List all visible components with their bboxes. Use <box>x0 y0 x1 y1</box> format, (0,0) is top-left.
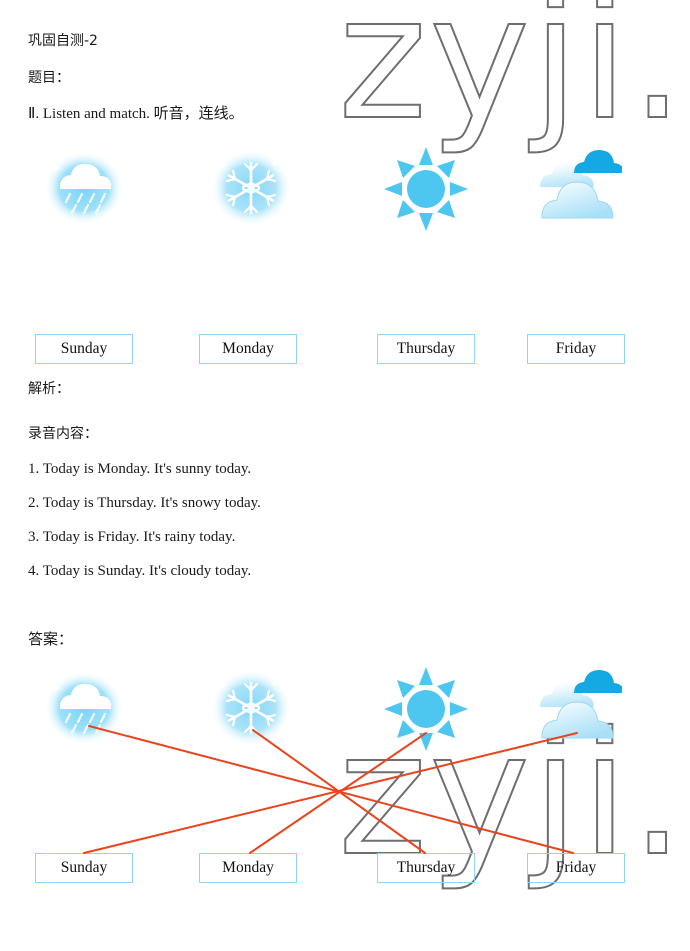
recording-item-3: 3. Today is Friday. It's rainy today. <box>28 529 236 545</box>
day-box-friday[interactable]: Friday <box>527 334 625 364</box>
day-box-sunday[interactable]: Sunday <box>35 853 133 883</box>
day-label: Monday <box>222 340 274 357</box>
answer-weather-icon-row <box>0 665 690 755</box>
day-label: Monday <box>222 859 274 876</box>
analysis-section-label: 解析： <box>28 381 70 397</box>
day-box-monday[interactable]: Monday <box>199 334 297 364</box>
watermark-top: zyji.c <box>337 0 690 158</box>
day-label: Friday <box>555 340 597 357</box>
answer-section-label: 答案： <box>28 630 74 648</box>
watermark-text: zyji.c <box>337 0 690 158</box>
recording-item-2: 2. Today is Thursday. It's snowy today. <box>28 495 261 511</box>
cloudy-weather-icon <box>530 665 622 755</box>
recording-item-4: 4. Today is Sunday. It's cloudy today. <box>28 563 252 579</box>
day-box-thursday[interactable]: Thursday <box>377 853 475 883</box>
recording-label: 录音内容： <box>28 426 98 442</box>
day-label: Friday <box>555 859 597 876</box>
day-box-monday[interactable]: Monday <box>199 853 297 883</box>
rainy-weather-icon <box>40 665 132 755</box>
day-box-thursday[interactable]: Thursday <box>377 334 475 364</box>
sunny-weather-icon <box>382 145 474 235</box>
day-label: Sunday <box>60 340 108 357</box>
question-weather-icon-row <box>0 145 690 235</box>
day-box-friday[interactable]: Friday <box>527 853 625 883</box>
sunny-weather-icon <box>382 665 474 755</box>
cloudy-weather-icon <box>530 145 622 235</box>
day-label: Thursday <box>396 340 456 357</box>
day-label: Sunday <box>60 859 108 876</box>
day-label: Thursday <box>396 859 456 876</box>
question-section-label: 题目： <box>28 70 70 86</box>
snowy-weather-icon <box>205 665 297 755</box>
recording-item-1: 1. Today is Monday. It's sunny today. <box>28 461 252 477</box>
snowy-weather-icon <box>205 145 297 235</box>
rainy-weather-icon <box>40 145 132 235</box>
page-title: 巩固自测-2 <box>28 33 98 49</box>
question-instruction: Ⅱ. Listen and match. 听音，连线。 <box>28 106 244 122</box>
day-box-sunday[interactable]: Sunday <box>35 334 133 364</box>
